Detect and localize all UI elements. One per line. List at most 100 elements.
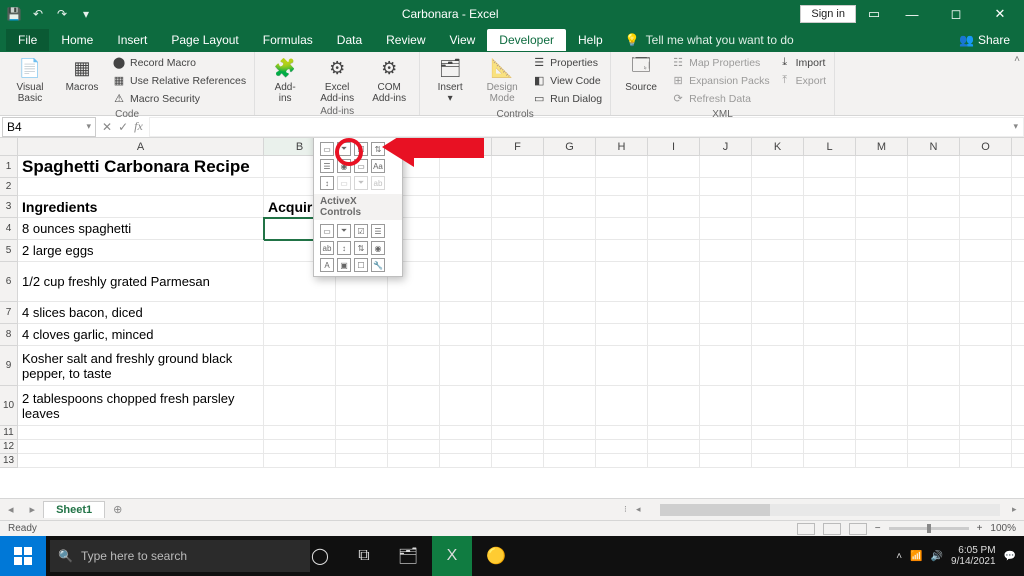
cell-I6[interactable] xyxy=(648,262,700,302)
cell-H8[interactable] xyxy=(596,324,648,346)
hscroll-left-icon[interactable]: ◂ xyxy=(636,504,648,515)
cell-K13[interactable] xyxy=(752,454,804,468)
ax-toggle-icon[interactable]: ☐ xyxy=(354,258,368,272)
cell-B9[interactable] xyxy=(264,346,336,386)
cell-K5[interactable] xyxy=(752,240,804,262)
worksheet-grid[interactable]: ABCDEFGHIJKLMNOP1Spaghetti Carbonara Rec… xyxy=(0,138,1024,498)
cell-N4[interactable] xyxy=(908,218,960,240)
cell-G11[interactable] xyxy=(544,426,596,440)
cell-J11[interactable] xyxy=(700,426,752,440)
cell-L13[interactable] xyxy=(804,454,856,468)
row-header-9[interactable]: 9 xyxy=(0,346,18,386)
cell-E1[interactable] xyxy=(440,156,492,178)
cell-I11[interactable] xyxy=(648,426,700,440)
task-view-icon[interactable]: ⧉ xyxy=(344,536,384,576)
cell-G3[interactable] xyxy=(544,196,596,218)
col-header-J[interactable]: J xyxy=(700,138,752,156)
cell-N1[interactable] xyxy=(908,156,960,178)
form-scroll-icon[interactable]: ↕ xyxy=(320,176,334,190)
tray-chevron-icon[interactable]: ˄ xyxy=(896,551,902,562)
taskbar-clock[interactable]: 6:05 PM 9/14/2021 xyxy=(951,545,996,567)
design-mode-button[interactable]: 📐Design Mode xyxy=(480,54,524,104)
row-header-10[interactable]: 10 xyxy=(0,386,18,426)
cell-J6[interactable] xyxy=(700,262,752,302)
form-list-icon[interactable]: ☰ xyxy=(320,159,334,173)
cell-P13[interactable] xyxy=(1012,454,1024,468)
cell-E6[interactable] xyxy=(440,262,492,302)
cell-O5[interactable] xyxy=(960,240,1012,262)
cell-P12[interactable] xyxy=(1012,440,1024,454)
cell-I12[interactable] xyxy=(648,440,700,454)
cell-F3[interactable] xyxy=(492,196,544,218)
properties-button[interactable]: ☰Properties xyxy=(532,54,602,71)
undo-icon[interactable]: ↶ xyxy=(30,6,46,22)
cell-J5[interactable] xyxy=(700,240,752,262)
cell-P10[interactable] xyxy=(1012,386,1024,426)
cell-B13[interactable] xyxy=(264,454,336,468)
row-header-11[interactable]: 11 xyxy=(0,426,18,440)
cell-G10[interactable] xyxy=(544,386,596,426)
ax-checkbox-icon[interactable]: ☑ xyxy=(354,224,368,238)
cell-D11[interactable] xyxy=(388,426,440,440)
cell-M1[interactable] xyxy=(856,156,908,178)
cell-H1[interactable] xyxy=(596,156,648,178)
ax-button-icon[interactable]: ▭ xyxy=(320,224,334,238)
cell-F5[interactable] xyxy=(492,240,544,262)
view-page-break-icon[interactable] xyxy=(849,523,867,535)
redo-icon[interactable]: ↷ xyxy=(54,6,70,22)
cell-F12[interactable] xyxy=(492,440,544,454)
cell-P9[interactable] xyxy=(1012,346,1024,386)
record-macro-button[interactable]: ⬤Record Macro xyxy=(112,54,246,71)
excel-addins-button[interactable]: ⚙Excel Add-ins xyxy=(315,54,359,104)
view-normal-icon[interactable] xyxy=(797,523,815,535)
cell-H11[interactable] xyxy=(596,426,648,440)
row-header-12[interactable]: 12 xyxy=(0,440,18,454)
cell-E7[interactable] xyxy=(440,302,492,324)
cell-K2[interactable] xyxy=(752,178,804,196)
cell-F9[interactable] xyxy=(492,346,544,386)
cell-M10[interactable] xyxy=(856,386,908,426)
tab-view[interactable]: View xyxy=(438,29,488,51)
ax-label-icon[interactable]: A xyxy=(320,258,334,272)
cell-N12[interactable] xyxy=(908,440,960,454)
map-properties-button[interactable]: ☷Map Properties xyxy=(671,54,770,71)
cell-N10[interactable] xyxy=(908,386,960,426)
excel-taskbar-icon[interactable]: X xyxy=(432,536,472,576)
cell-O11[interactable] xyxy=(960,426,1012,440)
cell-L8[interactable] xyxy=(804,324,856,346)
ax-list-icon[interactable]: ☰ xyxy=(371,224,385,238)
tell-me[interactable]: 💡 Tell me what you want to do xyxy=(615,33,794,47)
form-edit-icon[interactable]: ab xyxy=(371,176,385,190)
view-code-button[interactable]: ◧View Code xyxy=(532,72,602,89)
cell-E2[interactable] xyxy=(440,178,492,196)
cell-E3[interactable] xyxy=(440,196,492,218)
row-header-7[interactable]: 7 xyxy=(0,302,18,324)
tab-help[interactable]: Help xyxy=(566,29,615,51)
close-button[interactable]: ✕ xyxy=(980,0,1020,28)
ax-text-icon[interactable]: ab xyxy=(320,241,334,255)
cell-I1[interactable] xyxy=(648,156,700,178)
cell-L5[interactable] xyxy=(804,240,856,262)
cell-F13[interactable] xyxy=(492,454,544,468)
cell-D8[interactable] xyxy=(388,324,440,346)
cell-G4[interactable] xyxy=(544,218,596,240)
use-relative-button[interactable]: ▦Use Relative References xyxy=(112,72,246,89)
notifications-icon[interactable]: 💬 xyxy=(1004,551,1016,562)
cell-E13[interactable] xyxy=(440,454,492,468)
cell-E5[interactable] xyxy=(440,240,492,262)
cell-G12[interactable] xyxy=(544,440,596,454)
cell-M3[interactable] xyxy=(856,196,908,218)
cell-O2[interactable] xyxy=(960,178,1012,196)
run-dialog-button[interactable]: ▭Run Dialog xyxy=(532,90,602,107)
cell-N9[interactable] xyxy=(908,346,960,386)
sign-in-button[interactable]: Sign in xyxy=(800,5,856,23)
hscroll-right-icon[interactable]: ▸ xyxy=(1012,504,1024,515)
cell-M4[interactable] xyxy=(856,218,908,240)
cell-E4[interactable] xyxy=(440,218,492,240)
cell-L2[interactable] xyxy=(804,178,856,196)
macro-security-button[interactable]: ⚠Macro Security xyxy=(112,90,246,107)
cell-L9[interactable] xyxy=(804,346,856,386)
sheet-nav-prev-icon[interactable]: ◂ xyxy=(0,503,22,516)
cell-N8[interactable] xyxy=(908,324,960,346)
zoom-out-icon[interactable]: − xyxy=(875,523,881,534)
